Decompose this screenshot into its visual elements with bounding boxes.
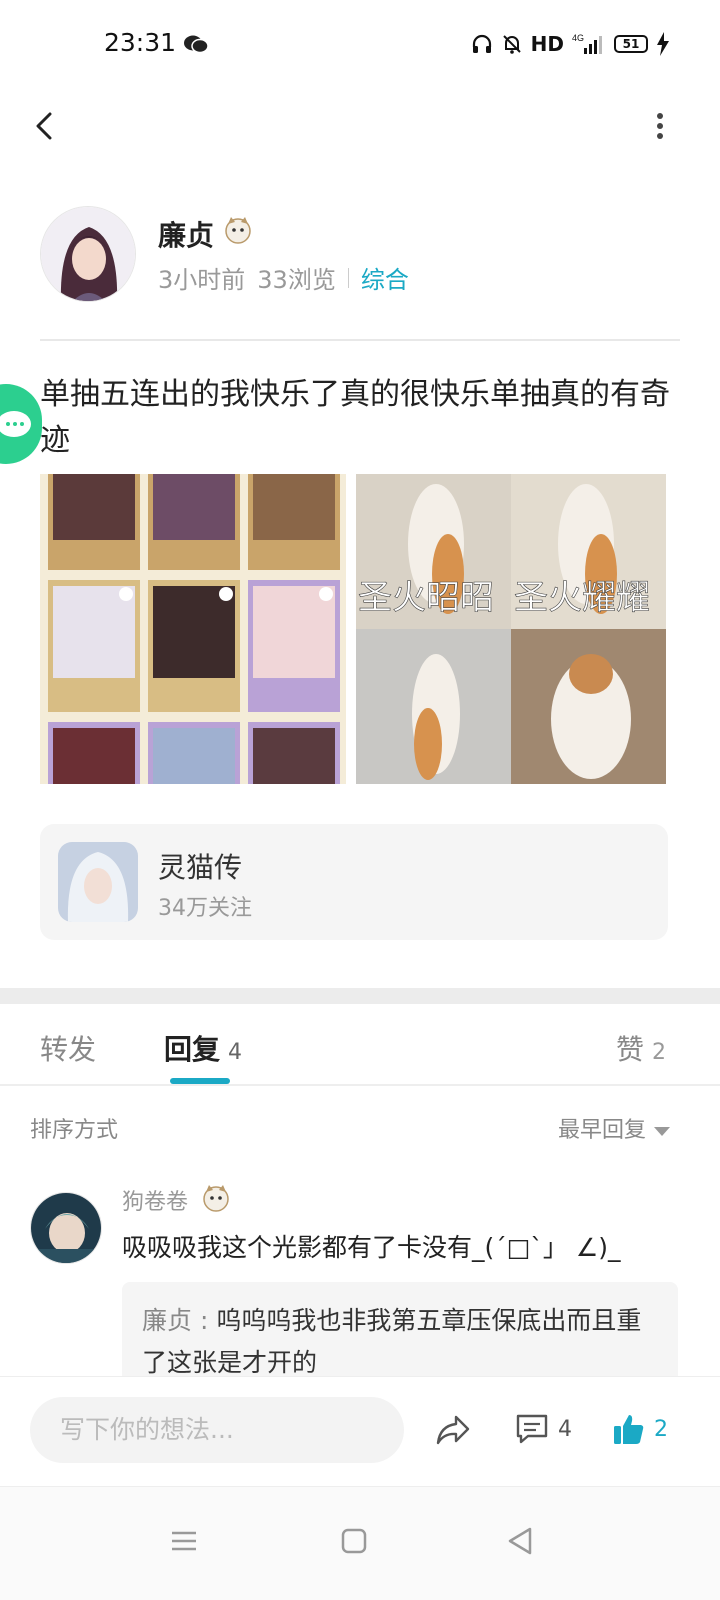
meta-divider	[347, 267, 349, 288]
status-time: 23:31	[104, 28, 177, 57]
caret-down-icon	[654, 1126, 670, 1136]
comment-input[interactable]: 写下你的想法...	[30, 1397, 404, 1463]
tab-reply-count: 4	[228, 1040, 243, 1065]
cat-badge-icon	[225, 217, 251, 244]
header-divider	[40, 339, 680, 341]
game-card[interactable]: 灵猫传 34万关注	[40, 824, 668, 940]
signal-icon: 4G	[572, 33, 602, 54]
commenter-name[interactable]: 狗卷卷	[122, 1184, 188, 1216]
section-separator	[0, 988, 720, 1004]
menu-icon[interactable]	[166, 1523, 202, 1559]
post-views: 33浏览	[257, 266, 336, 294]
cat-badge-icon	[203, 1185, 229, 1212]
game-followers: 34万关注	[158, 896, 252, 921]
system-nav-bar	[0, 1486, 720, 1600]
reply-separator: :	[192, 1306, 217, 1335]
sort-dropdown[interactable]: 最早回复	[558, 1112, 670, 1144]
floating-chat-button[interactable]	[0, 384, 42, 464]
reply-text: 呜呜呜我也非我第五章压保底出而且重了这张是才开的	[142, 1306, 642, 1377]
comment-item: 狗卷卷 吸吸吸我这个光影都有了卡没有_(´□`」 ∠)_ 廉贞 : 呜呜呜我也非…	[30, 1184, 690, 1402]
sort-label: 排序方式	[30, 1118, 119, 1143]
status-icons: HD 4G 51	[471, 30, 670, 58]
more-options-icon[interactable]	[650, 106, 670, 146]
tab-forward[interactable]: 转发	[40, 1028, 96, 1068]
post-image-meme[interactable]: 圣火昭昭 圣火耀耀	[356, 474, 666, 784]
home-square-icon[interactable]	[336, 1523, 372, 1559]
headphones-icon	[472, 34, 491, 53]
top-nav	[0, 92, 720, 162]
author-avatar[interactable]	[40, 206, 136, 302]
sort-value: 最早回复	[557, 1118, 646, 1143]
hd-indicator: HD	[530, 32, 564, 56]
battery-indicator: 51	[614, 35, 648, 53]
sort-row: 排序方式 最早回复	[30, 1110, 680, 1146]
meme-caption-right: 圣火耀耀	[514, 578, 650, 618]
comment-icon	[516, 1414, 548, 1444]
comment-count: 4	[558, 1416, 572, 1442]
post-category[interactable]: 综合	[361, 260, 409, 295]
comment-text: 吸吸吸我这个光影都有了卡没有_(´□`」 ∠)_	[122, 1233, 621, 1262]
status-bar: 23:31 HD 4G 51	[0, 0, 720, 90]
post-time: 3小时前	[158, 266, 246, 294]
post-image-cards[interactable]	[40, 474, 346, 784]
like-button[interactable]: 2	[612, 1409, 668, 1449]
author-name[interactable]: 廉贞	[158, 214, 214, 254]
post-meta: 3小时前 33浏览 综合	[158, 260, 409, 295]
tab-like[interactable]: 赞2	[616, 1028, 666, 1068]
back-arrow-icon[interactable]	[26, 106, 66, 146]
charging-icon	[657, 32, 669, 56]
post-body-text: 单抽五连出的我快乐了真的很快乐单抽真的有奇迹	[40, 377, 670, 458]
tab-reply[interactable]: 回复 4	[164, 1028, 242, 1068]
author-header: 廉贞 3小时前 33浏览 综合	[40, 206, 680, 306]
tab-like-label: 赞	[615, 1033, 644, 1066]
tab-active-indicator	[170, 1078, 230, 1084]
tab-forward-label: 转发	[40, 1033, 97, 1066]
chat-bubble-icon	[0, 411, 31, 437]
comment-button[interactable]: 4	[514, 1409, 572, 1449]
bottom-action-bar: 写下你的想法... 4 2	[0, 1376, 720, 1486]
svg-text:4G: 4G	[572, 33, 584, 43]
game-icon	[58, 842, 138, 922]
interaction-tabs: 转发 回复 4 赞2	[0, 1004, 720, 1086]
reply-author: 廉贞	[142, 1306, 193, 1335]
share-icon[interactable]	[434, 1411, 472, 1449]
commenter-avatar[interactable]	[30, 1192, 102, 1264]
back-triangle-icon[interactable]	[502, 1523, 538, 1559]
game-name: 灵猫传	[158, 851, 243, 884]
wechat-notification-icon	[184, 35, 209, 54]
tab-like-count: 2	[652, 1040, 666, 1065]
thumbs-up-icon	[614, 1415, 644, 1444]
mute-bell-icon	[502, 35, 521, 54]
meme-caption-left: 圣火昭昭	[358, 578, 494, 618]
like-count: 2	[654, 1416, 668, 1442]
tab-reply-label: 回复	[164, 1033, 221, 1066]
